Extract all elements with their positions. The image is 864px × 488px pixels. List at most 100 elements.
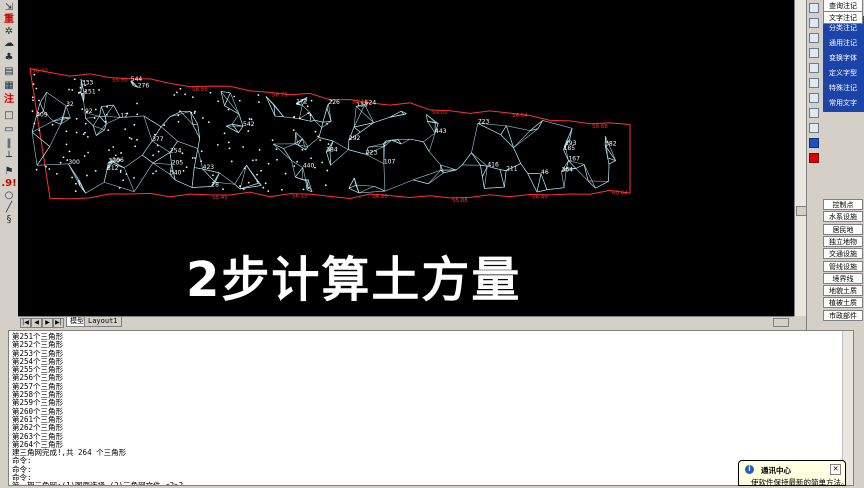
- tin-edge: [240, 183, 259, 189]
- survey-point: [84, 132, 86, 134]
- rect-icon[interactable]: ▭: [2, 124, 16, 136]
- survey-point: [212, 174, 214, 176]
- classify-icon[interactable]: [809, 33, 819, 43]
- elevation-label: 50.13: [352, 99, 368, 105]
- blue-icon[interactable]: [809, 138, 819, 148]
- point-number-label: 206: [112, 157, 124, 164]
- pointer-icon[interactable]: ⇲: [2, 2, 16, 14]
- grid-icon[interactable]: ▦: [2, 80, 16, 92]
- category-item-3[interactable]: 独立地物: [823, 236, 863, 247]
- layer-icon[interactable]: ▤: [2, 66, 16, 78]
- survey-point: [134, 145, 136, 147]
- stop-icon[interactable]: [809, 153, 819, 163]
- command-window[interactable]: 第251个三角形第252个三角形第253个三角形第254个三角形第255个三角形…: [8, 330, 854, 486]
- elevation-label: 56.49: [532, 194, 548, 200]
- point-number-label: 28: [211, 181, 219, 188]
- font-icon[interactable]: [809, 63, 819, 73]
- annotate-icon[interactable]: 注: [2, 94, 16, 106]
- tin-edge: [295, 168, 303, 177]
- annotation-item-4[interactable]: 变换字体: [823, 52, 863, 65]
- survey-point: [217, 144, 219, 146]
- tab-nav-next-button[interactable]: ▶: [42, 318, 53, 328]
- tin-edge: [232, 114, 239, 124]
- tab-nav-first-button[interactable]: |◀: [20, 318, 31, 328]
- redo-char-icon[interactable]: 重: [2, 14, 16, 26]
- tin-edge: [100, 107, 102, 117]
- survey-point: [98, 89, 100, 91]
- point-number-label: 333: [82, 80, 94, 87]
- category-item-6[interactable]: 境界线: [823, 273, 863, 284]
- survey-point: [276, 148, 278, 150]
- category-item-4[interactable]: 交通设施: [823, 248, 863, 259]
- circle-icon[interactable]: ○: [2, 190, 16, 202]
- common-icon[interactable]: [809, 108, 819, 118]
- annotation-item-3[interactable]: 通用注记: [823, 37, 863, 50]
- drawing-canvas[interactable]: 3844232764435424163827235244093123402265…: [18, 0, 794, 316]
- tab-nav-prev-button[interactable]: ◀: [31, 318, 42, 328]
- survey-point: [251, 118, 253, 120]
- square-icon[interactable]: □: [2, 110, 16, 122]
- elevation-icon[interactable]: .9!: [2, 178, 16, 190]
- tin-edge: [385, 180, 413, 191]
- survey-point: [310, 114, 312, 116]
- settings-icon[interactable]: ✲: [2, 26, 16, 38]
- survey-point: [296, 161, 298, 163]
- tin-edge: [50, 124, 61, 146]
- tab-nav-last-button[interactable]: ▶|: [53, 318, 64, 328]
- wave-icon[interactable]: §: [2, 214, 16, 226]
- flag-icon[interactable]: ⚑: [2, 166, 16, 178]
- point-number-label: 312: [107, 165, 119, 172]
- command-line: 第一期三角网:(1)图面选择 (2)三角网文件 <2>2: [12, 482, 183, 486]
- shield-icon[interactable]: [809, 123, 819, 133]
- tree-icon[interactable]: ♣: [2, 52, 16, 64]
- notification-title: 通讯中心: [761, 465, 791, 476]
- survey-point: [248, 182, 250, 184]
- special-icon[interactable]: [809, 93, 819, 103]
- close-icon[interactable]: ✕: [830, 464, 841, 475]
- category-item-2[interactable]: 居民地: [823, 224, 863, 235]
- survey-point: [38, 100, 40, 102]
- cloud-icon[interactable]: ☁: [2, 38, 16, 50]
- style-icon[interactable]: [809, 78, 819, 88]
- elevation-label: 56.88: [192, 87, 208, 93]
- line-icon[interactable]: ╱: [2, 202, 16, 214]
- text-icon[interactable]: [809, 18, 819, 28]
- parallel-icon[interactable]: ‖: [2, 138, 16, 150]
- query-icon[interactable]: [809, 3, 819, 13]
- category-item-1[interactable]: 水系设施: [823, 211, 863, 222]
- general-icon[interactable]: [809, 48, 819, 58]
- tin-edge: [142, 155, 153, 163]
- category-item-7[interactable]: 地貌土质: [823, 285, 863, 296]
- survey-point: [192, 96, 194, 98]
- tin-edge: [413, 180, 428, 184]
- survey-point: [35, 88, 37, 90]
- ticks-icon[interactable]: ┴: [2, 152, 16, 164]
- annotation-item-6[interactable]: 特殊注记: [823, 82, 863, 95]
- survey-point: [247, 130, 249, 132]
- tin-edge: [266, 96, 275, 116]
- category-item-8[interactable]: 植被土质: [823, 297, 863, 308]
- category-item-0[interactable]: 控制点: [823, 199, 863, 210]
- survey-point: [231, 161, 233, 163]
- survey-point: [308, 187, 310, 189]
- survey-point: [45, 166, 47, 168]
- horizontal-scrollbar-thumb[interactable]: [773, 318, 789, 327]
- survey-point: [210, 92, 212, 94]
- point-number-label: 276: [138, 82, 150, 89]
- category-item-9[interactable]: 市政部件: [823, 310, 863, 321]
- tab-layout1[interactable]: Layout1: [84, 317, 122, 327]
- survey-point: [80, 87, 82, 89]
- survey-point: [186, 166, 188, 168]
- survey-point: [120, 171, 122, 173]
- category-item-5[interactable]: 管线设施: [823, 261, 863, 272]
- survey-point: [52, 124, 54, 126]
- annotation-item-2[interactable]: 分类注记: [823, 22, 863, 35]
- annotation-item-7[interactable]: 常用文字: [823, 97, 863, 110]
- tin-edge: [225, 106, 239, 114]
- survey-point: [94, 117, 96, 119]
- survey-point: [32, 96, 34, 98]
- tin-edge: [192, 168, 194, 188]
- annotation-item-5[interactable]: 定义字型: [823, 67, 863, 80]
- communication-center-balloon[interactable]: i 通讯中心 使软件保持最新的简单方法。 ✕: [738, 460, 846, 486]
- tin-edge: [423, 142, 429, 152]
